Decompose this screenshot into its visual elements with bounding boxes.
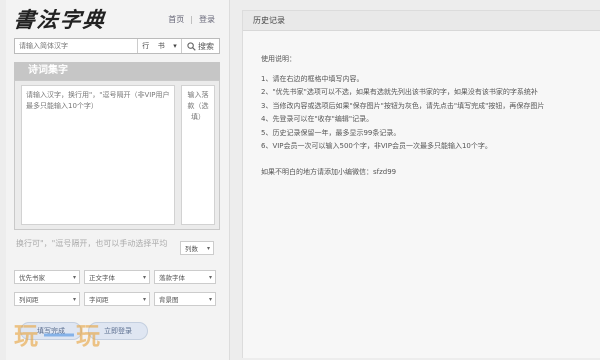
column-spacing-select[interactable]: 列间距 ▾ (14, 292, 80, 306)
instructions-title: 使用说明： (261, 55, 296, 63)
main-font-label: 正文字体 (89, 274, 115, 282)
poem-text-input[interactable]: 请输入汉字，换行用"，"逗号隔开（非VIP用户最多只能输入10个字） (21, 85, 175, 225)
priority-calligrapher-select[interactable]: 优先书家 ▾ (14, 270, 80, 284)
chevron-down-icon: ▾ (208, 295, 212, 303)
columns-select[interactable]: 列数 ▾ (180, 241, 214, 255)
instruction-line: 4、先登录可以在"收存"编辑"记录。 (261, 115, 374, 123)
priority-calligrapher-label: 优先书家 (19, 274, 45, 282)
background-select[interactable]: 背景图 ▾ (154, 292, 216, 306)
left-panel: 書法字典 首页 | 登录 行 书 ▾ 搜索 诗词集字 请输入汉字，换行用"，"逗号隔… (6, 0, 230, 360)
history-panel: 历史记录 使用说明： 1、请在右边的框格中填写内容。 2、"优先书家"选项可以不… (242, 10, 600, 358)
search-button[interactable]: 搜索 (181, 39, 219, 53)
instruction-line: 6、VIP会员一次可以输入500个字，非VIP会员一次最多只能输入10个字。 (261, 142, 492, 150)
inscription-font-label: 落款字体 (159, 274, 185, 282)
search-bar: 行 书 ▾ 搜索 (14, 38, 220, 54)
chevron-down-icon: ▾ (173, 42, 177, 50)
contact-info: 如果不明白的地方请添加小编微信：sfzd99 (261, 167, 397, 176)
home-link[interactable]: 首页 (168, 15, 184, 24)
poem-input-area: 请输入汉字，换行用"，"逗号隔开（非VIP用户最多只能输入10个字） 输入落款（… (14, 80, 220, 230)
inscription-input[interactable]: 输入落款（选填） (181, 85, 215, 225)
instruction-line: 2、"优先书家"选项可以不选，如果有选就先列出该书家的字，如果没有该书家的字系统… (261, 88, 538, 96)
char-spacing-label: 字间距 (89, 296, 109, 304)
instructions-block: 使用说明： 1、请在右边的框格中填写内容。 2、"优先书家"选项可以不选，如果有… (261, 53, 600, 179)
column-spacing-label: 列间距 (19, 296, 39, 304)
main-font-select[interactable]: 正文字体 ▾ (84, 270, 150, 284)
columns-select-label: 列数 (185, 245, 198, 253)
svg-text:玩: 玩 (76, 322, 100, 350)
login-link[interactable]: 登录 (199, 15, 215, 24)
chevron-down-icon: ▾ (208, 273, 212, 281)
chevron-down-icon: ▾ (142, 295, 146, 303)
background-label: 背景图 (159, 296, 179, 304)
chevron-down-icon: ▾ (206, 244, 210, 252)
line-break-hint: 换行可"，"逗号隔开，也可以手动选择平均 (16, 239, 168, 248)
inscription-font-select[interactable]: 落款字体 ▾ (154, 270, 216, 284)
calligraphy-style-select[interactable]: 行 书 ▾ (137, 39, 181, 53)
top-links: 首页 | 登录 (168, 14, 215, 25)
history-title: 历史记录 (243, 11, 600, 31)
chevron-down-icon: ▾ (72, 295, 76, 303)
style-char-2: 书 (157, 42, 165, 50)
link-separator: | (190, 15, 193, 24)
site-logo[interactable]: 書法字典 (12, 4, 108, 34)
poem-section-title: 诗词集字 (14, 62, 220, 80)
chevron-down-icon: ▾ (142, 273, 146, 281)
char-spacing-select[interactable]: 字间距 ▾ (84, 292, 150, 306)
chevron-down-icon: ▾ (72, 273, 76, 281)
search-icon (187, 41, 196, 51)
style-char-1: 行 (142, 42, 150, 50)
svg-text:玩: 玩 (14, 322, 38, 350)
search-input[interactable] (15, 39, 137, 53)
search-button-label: 搜索 (198, 41, 214, 51)
watermark-logo: 玩 玩 (14, 322, 100, 350)
instruction-line: 3、当修改内容或选项后如果"保存图片"按钮为灰色，请先点击"填写完成"按钮，再保… (261, 101, 545, 110)
instruction-line: 1、请在右边的框格中填写内容。 (261, 74, 364, 83)
instruction-line: 5、历史记录保留一年，最多显示99条记录。 (261, 128, 401, 137)
